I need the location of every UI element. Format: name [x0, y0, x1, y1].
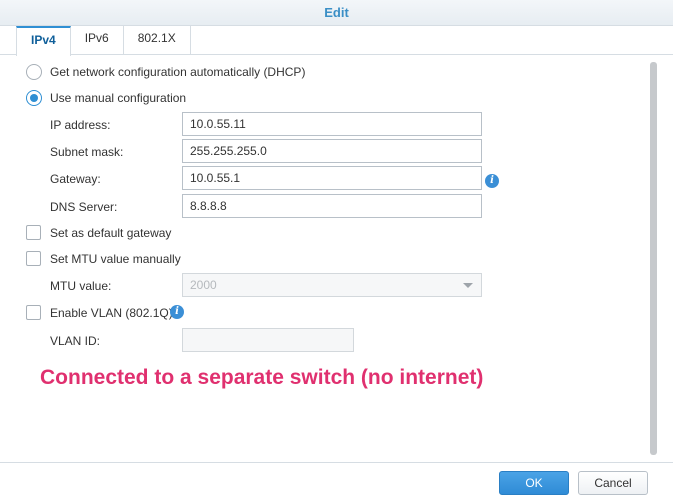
manual-config-label: Use manual configuration: [50, 91, 187, 105]
tab-ipv4[interactable]: IPv4: [16, 26, 71, 56]
dns-server-label: DNS Server:: [50, 200, 118, 214]
ip-address-label: IP address:: [50, 118, 111, 132]
mtu-value-label: MTU value:: [50, 279, 112, 293]
dhcp-label: Get network configuration automatically …: [50, 65, 306, 79]
manual-config-radio[interactable]: [26, 90, 42, 106]
mtu-manual-checkbox[interactable]: [26, 251, 41, 266]
mtu-manual-label: Set MTU value manually: [50, 252, 181, 266]
subnet-mask-field[interactable]: [182, 139, 482, 163]
dialog-title: Edit: [0, 0, 673, 26]
vlan-info-icon[interactable]: i: [170, 305, 184, 319]
ip-address-field[interactable]: [182, 112, 482, 136]
default-gateway-label: Set as default gateway: [50, 226, 172, 240]
cancel-button[interactable]: Cancel: [578, 471, 648, 495]
dns-server-field[interactable]: [182, 194, 482, 218]
annotation-text: Connected to a separate switch (no inter…: [40, 366, 484, 389]
dhcp-radio[interactable]: [26, 64, 42, 80]
vlan-id-label: VLAN ID:: [50, 334, 101, 348]
dialog-footer: OK Cancel: [0, 462, 673, 500]
gateway-field[interactable]: [182, 166, 482, 190]
vlan-label: Enable VLAN (802.1Q): [50, 306, 173, 320]
ok-button[interactable]: OK: [499, 471, 569, 495]
chevron-down-icon: [463, 283, 473, 288]
tab-bar: IPv4 IPv6 802.1X: [16, 26, 191, 56]
default-gateway-checkbox[interactable]: [26, 225, 41, 240]
tab-ipv6[interactable]: IPv6: [71, 26, 124, 55]
mtu-value-select[interactable]: 2000: [182, 273, 482, 297]
vlan-checkbox[interactable]: [26, 305, 41, 320]
subnet-mask-label: Subnet mask:: [50, 145, 124, 159]
gateway-info-icon[interactable]: i: [485, 174, 499, 188]
scrollbar[interactable]: [650, 62, 657, 455]
mtu-value-text: 2000: [190, 278, 217, 292]
gateway-label: Gateway:: [50, 172, 101, 186]
tab-802-1x[interactable]: 802.1X: [124, 26, 191, 55]
vlan-id-field[interactable]: [182, 328, 354, 352]
